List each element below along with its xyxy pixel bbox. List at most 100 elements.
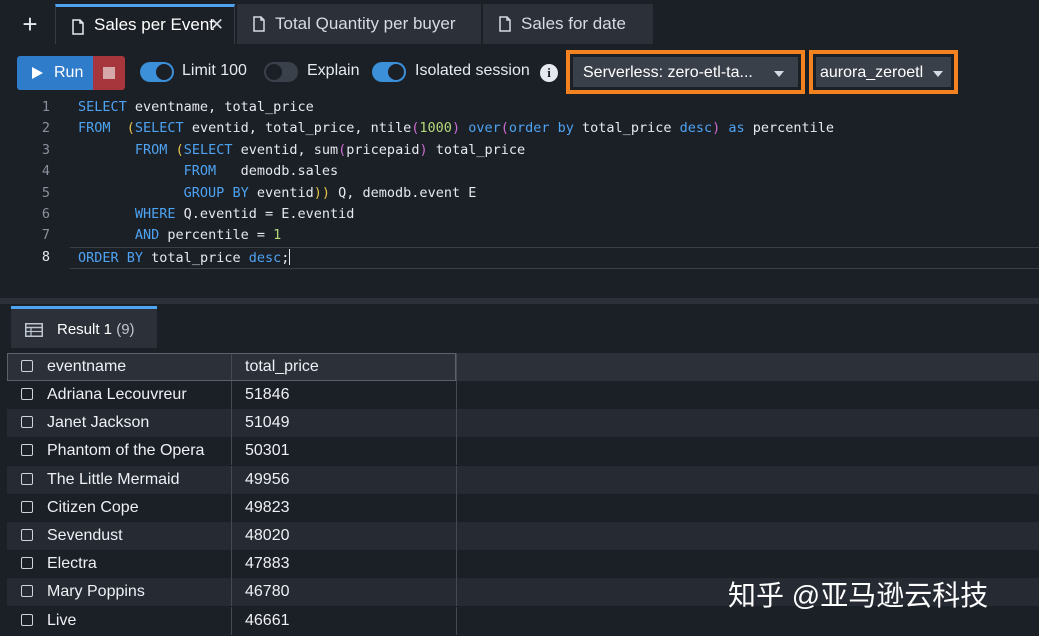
line-number: 6 xyxy=(41,206,50,222)
cell-total-price: 47883 xyxy=(232,550,457,579)
result-title: Result 1 xyxy=(57,321,113,338)
tab-total-quantity-per-buyer[interactable]: Total Quantity per buyer xyxy=(237,4,481,44)
column-header-eventname[interactable]: eventname xyxy=(7,353,232,381)
table-row[interactable]: Citizen Cope 49823 xyxy=(7,493,1039,522)
cell-eventname: Sevendust xyxy=(7,522,232,550)
code-line: AND percentile = 1 xyxy=(134,227,282,243)
result-tab-label: Result 1 (9) xyxy=(57,321,135,338)
toggle-knob xyxy=(266,64,282,80)
result-count: (9) xyxy=(116,321,135,338)
table-row[interactable]: Adriana Lecouvreur 51846 xyxy=(7,381,1039,409)
close-tab-icon[interactable]: ✕ xyxy=(210,15,224,35)
connection-select-inner: Serverless: zero-etl-ta... xyxy=(573,57,798,87)
code-line: ORDER BY total_price desc; xyxy=(78,249,291,266)
cell-text: Adriana Lecouvreur xyxy=(47,386,187,403)
tab-bar: + Sales per Event ✕ Total Quantity per b… xyxy=(0,0,1039,44)
row-checkbox[interactable] xyxy=(21,500,33,513)
editor-results-divider[interactable] xyxy=(0,298,1039,304)
row-checkbox[interactable] xyxy=(21,529,33,541)
chevron-down-icon xyxy=(933,71,943,77)
row-checkbox[interactable] xyxy=(21,613,33,626)
line-number: 1 xyxy=(41,99,50,115)
cell-text: Citizen Cope xyxy=(47,498,139,516)
tab-sales-for-date[interactable]: Sales for date xyxy=(483,4,653,44)
cell-total-price: 48020 xyxy=(232,522,457,550)
cell-text: Electra xyxy=(47,555,97,573)
cell-text: Mary Poppins xyxy=(47,583,145,601)
database-select[interactable]: aurora_zeroetl xyxy=(809,50,958,94)
isolated-session-label: Isolated session xyxy=(415,62,530,79)
column-header-label: total_price xyxy=(245,358,319,375)
tab-label: Sales for date xyxy=(521,14,626,33)
code-line: WHERE Q.eventid = E.eventid xyxy=(134,206,355,222)
tab-sales-per-event[interactable]: Sales per Event ✕ xyxy=(55,4,235,44)
cell-eventname: Janet Jackson xyxy=(7,409,232,438)
line-number: 7 xyxy=(41,227,50,243)
cell-text: Sevendust xyxy=(47,527,123,544)
row-checkbox[interactable] xyxy=(21,416,33,429)
cell-text: 48020 xyxy=(245,527,290,544)
info-icon[interactable]: i xyxy=(540,64,558,82)
tab-label: Sales per Event xyxy=(94,15,215,34)
table-row[interactable]: Sevendust 48020 xyxy=(7,522,1039,550)
cell-total-price: 46780 xyxy=(232,578,457,607)
cell-total-price: 49823 xyxy=(232,493,457,522)
cell-text: Live xyxy=(47,611,77,629)
cell-eventname: Citizen Cope xyxy=(7,493,232,522)
code-line: FROM (SELECT eventid, total_price, ntile… xyxy=(78,120,835,136)
cell-total-price: 51049 xyxy=(232,409,457,438)
code-line: GROUP BY eventid)) Q, demodb.event E xyxy=(183,185,477,201)
line-number: 8 xyxy=(41,249,50,265)
line-number: 3 xyxy=(41,142,50,158)
table-row[interactable]: Janet Jackson 51049 xyxy=(7,409,1039,438)
document-icon xyxy=(499,16,511,32)
limit-label: Limit 100 xyxy=(182,62,247,79)
table-row[interactable]: Phantom of the Opera 50301 xyxy=(7,437,1039,466)
cell-text: 47883 xyxy=(245,555,290,573)
line-number: 2 xyxy=(41,120,50,136)
row-checkbox[interactable] xyxy=(21,388,33,400)
run-label: Run xyxy=(54,64,84,81)
cell-eventname: Live xyxy=(7,606,232,635)
database-select-inner: aurora_zeroetl xyxy=(816,57,951,87)
document-icon xyxy=(72,19,84,35)
code-line: SELECT eventname, total_price xyxy=(78,99,314,115)
cell-eventname: The Little Mermaid xyxy=(7,465,232,494)
column-header-total-price[interactable]: total_price xyxy=(232,353,457,381)
select-all-checkbox[interactable] xyxy=(21,360,33,372)
cell-total-price: 49956 xyxy=(232,465,457,494)
table-row[interactable]: The Little Mermaid 49956 xyxy=(7,465,1039,494)
row-checkbox[interactable] xyxy=(21,472,33,485)
cell-text: 46661 xyxy=(245,611,290,629)
table-header-row: eventname total_price xyxy=(7,353,1039,381)
watermark: 知乎 @亚马逊云科技 xyxy=(728,580,989,611)
code-line: FROM demodb.sales xyxy=(183,163,339,179)
isolated-session-toggle[interactable] xyxy=(372,62,406,82)
explain-toggle[interactable] xyxy=(264,62,298,82)
new-tab-plus-icon[interactable]: + xyxy=(14,8,46,40)
cell-text: 49823 xyxy=(245,498,290,516)
stop-icon xyxy=(103,67,115,79)
stop-button[interactable] xyxy=(93,56,125,90)
line-number: 4 xyxy=(41,163,50,179)
row-checkbox[interactable] xyxy=(21,585,33,598)
cell-text: 49956 xyxy=(245,470,290,488)
cell-text: 46780 xyxy=(245,583,290,601)
cell-total-price: 51846 xyxy=(232,381,457,409)
limit-toggle[interactable] xyxy=(140,62,174,82)
cell-text: Phantom of the Opera xyxy=(47,442,205,460)
chevron-down-icon xyxy=(774,71,784,77)
row-checkbox[interactable] xyxy=(21,444,33,457)
run-button[interactable]: Run xyxy=(17,56,93,90)
code-line: FROM (SELECT eventid, sum(pricepaid) tot… xyxy=(134,142,526,158)
line-number: 5 xyxy=(41,185,50,201)
cell-eventname: Phantom of the Opera xyxy=(7,437,232,466)
row-checkbox[interactable] xyxy=(21,557,33,570)
result-tab[interactable]: Result 1 (9) xyxy=(11,306,157,348)
table-icon xyxy=(25,323,43,337)
play-icon xyxy=(32,67,43,79)
connection-select[interactable]: Serverless: zero-etl-ta... xyxy=(566,50,805,94)
cell-eventname: Mary Poppins xyxy=(7,578,232,607)
cell-total-price: 46661 xyxy=(232,606,457,635)
cell-text: 50301 xyxy=(245,442,290,460)
